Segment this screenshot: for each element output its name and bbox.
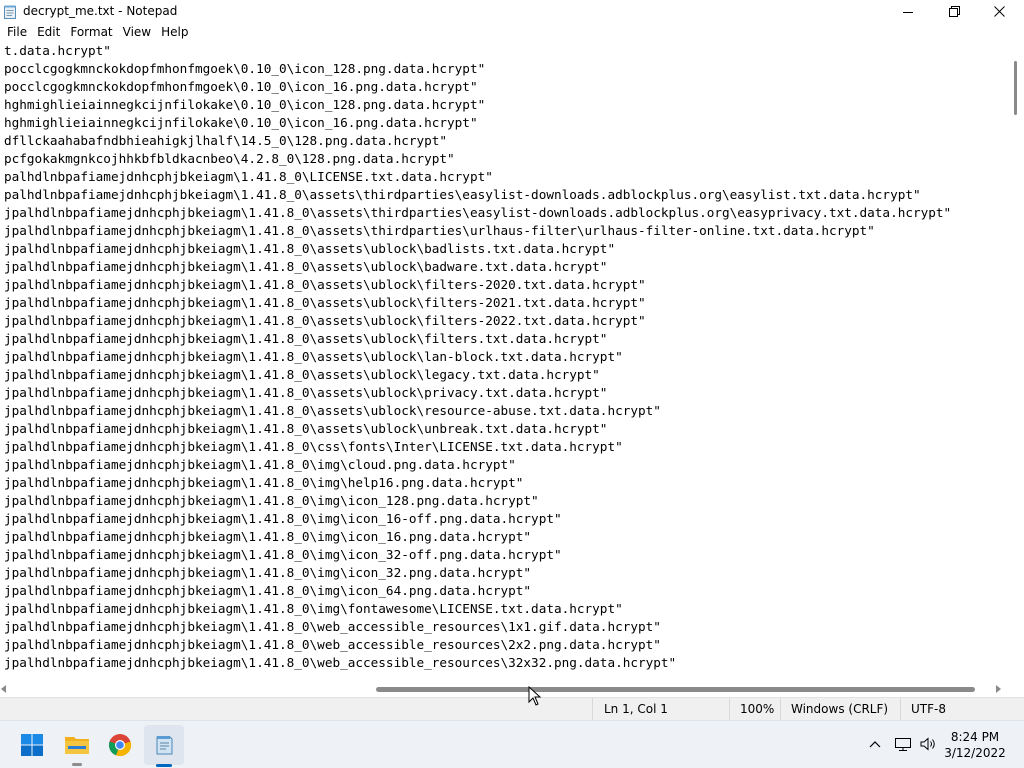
text-line: jpalhdlnbpafiamejdnhcphjbkeiagm\1.41.8_0… [4, 655, 677, 670]
cursor-position: Ln 1, Col 1 [604, 702, 668, 716]
network-status[interactable] [894, 735, 912, 753]
text-line: pocclcgogkmnckokdopfmhonfmgoek\0.10_0\ic… [4, 79, 478, 94]
text-line: jpalhdlnbpafiamejdnhcphjbkeiagm\1.41.8_0… [4, 241, 616, 256]
text-line: jpalhdlnbpafiamejdnhcphjbkeiagm\1.41.8_0… [4, 457, 516, 472]
running-indicator [72, 763, 82, 766]
text-line: hghmighlieiainnegkcijnfilokake\0.10_0\ic… [4, 115, 478, 130]
text-line: jpalhdlnbpafiamejdnhcphjbkeiagm\1.41.8_0… [4, 601, 623, 616]
text-line: jpalhdlnbpafiamejdnhcphjbkeiagm\1.41.8_0… [4, 205, 952, 220]
text-line: jpalhdlnbpafiamejdnhcphjbkeiagm\1.41.8_0… [4, 331, 608, 346]
text-line: jpalhdlnbpafiamejdnhcphjbkeiagm\1.41.8_0… [4, 421, 608, 436]
line-ending: Windows (CRLF) [791, 702, 889, 716]
text-line: jpalhdlnbpafiamejdnhcphjbkeiagm\1.41.8_0… [4, 619, 661, 634]
text-line: jpalhdlnbpafiamejdnhcphjbkeiagm\1.41.8_0… [4, 259, 608, 274]
restore-icon [948, 6, 960, 17]
text-line: jpalhdlnbpafiamejdnhcphjbkeiagm\1.41.8_0… [4, 313, 646, 328]
network-icon [895, 738, 911, 751]
maximize-button[interactable] [931, 0, 977, 23]
text-editor[interactable]: t.data.hcrypt" pocclcgogkmnckokdopfmhonfm… [0, 43, 1008, 681]
vertical-scroll-thumb[interactable] [1014, 61, 1017, 115]
menu-help[interactable]: Help [156, 23, 193, 43]
status-bar: Ln 1, Col 1 100% Windows (CRLF) UTF-8 [0, 697, 1024, 720]
text-line: pcfgokakmgnkcojhhkbfbldkacnbeo\4.2.8_0\1… [4, 151, 455, 166]
text-line: jpalhdlnbpafiamejdnhcphjbkeiagm\1.41.8_0… [4, 277, 646, 292]
file-explorer-icon [65, 736, 89, 754]
window-title: decrypt_me.txt - Notepad [23, 4, 178, 18]
status-separator [592, 698, 593, 720]
close-icon [993, 6, 1005, 17]
scroll-left-arrow-icon[interactable] [1, 685, 6, 693]
taskbar-chrome[interactable] [100, 721, 140, 768]
start-icon [21, 733, 43, 756]
text-line: jpalhdlnbpafiamejdnhcphjbkeiagm\1.41.8_0… [4, 223, 875, 238]
text-line: hghmighlieiainnegkcijnfilokake\0.10_0\ic… [4, 97, 486, 112]
title-bar[interactable]: decrypt_me.txt - Notepad [0, 0, 1024, 23]
menu-edit[interactable]: Edit [32, 23, 65, 43]
text-line: jpalhdlnbpafiamejdnhcphjbkeiagm\1.41.8_0… [4, 565, 532, 580]
scroll-right-arrow-icon[interactable] [996, 685, 1001, 693]
menu-format[interactable]: Format [65, 23, 117, 43]
text-line: t.data.hcrypt" [4, 43, 111, 58]
show-hidden-icons[interactable] [866, 735, 884, 753]
text-line: jpalhdlnbpafiamejdnhcphjbkeiagm\1.41.8_0… [4, 475, 524, 490]
text-line: dfllckaahabafndbhieahigkjlhalf\14.5_0\12… [4, 133, 448, 148]
vertical-scrollbar[interactable] [1008, 43, 1024, 681]
chrome-icon [108, 733, 132, 756]
text-line: pocclcgogkmnckokdopfmhonfmgoek\0.10_0\ic… [4, 61, 486, 76]
status-separator [780, 698, 781, 720]
taskbar-clock[interactable]: 8:24 PM 3/12/2022 [940, 729, 1010, 761]
menu-file[interactable]: File [0, 23, 32, 43]
taskbar-notepad[interactable] [144, 725, 184, 767]
text-line: jpalhdlnbpafiamejdnhcphjbkeiagm\1.41.8_0… [4, 403, 661, 418]
text-line: jpalhdlnbpafiamejdnhcphjbkeiagm\1.41.8_0… [4, 493, 539, 508]
encoding: UTF-8 [911, 702, 946, 716]
text-line: jpalhdlnbpafiamejdnhcphjbkeiagm\1.41.8_0… [4, 547, 562, 562]
status-separator [729, 698, 730, 720]
clock-date: 3/12/2022 [944, 746, 1006, 760]
taskbar-file-explorer[interactable] [57, 721, 97, 768]
start-button[interactable] [12, 721, 52, 768]
minimize-icon [903, 11, 913, 13]
text-line: jpalhdlnbpafiamejdnhcphjbkeiagm\1.41.8_0… [4, 385, 608, 400]
zoom-level: 100% [740, 702, 775, 716]
active-indicator [156, 764, 172, 767]
menu-view[interactable]: View [118, 23, 156, 43]
chevron-up-icon [869, 741, 881, 748]
text-line: jpalhdlnbpafiamejdnhcphjbkeiagm\1.41.8_0… [4, 529, 532, 544]
notepad-app-icon [4, 4, 16, 19]
text-line: palhdlnbpafiamejdnhcphjbkeiagm\1.41.8_0\… [4, 169, 493, 184]
text-line: jpalhdlnbpafiamejdnhcphjbkeiagm\1.41.8_0… [4, 511, 562, 526]
text-line: jpalhdlnbpafiamejdnhcphjbkeiagm\1.41.8_0… [4, 349, 623, 364]
horizontal-scroll-thumb[interactable] [376, 687, 975, 692]
horizontal-scrollbar[interactable] [0, 681, 1008, 697]
volume-control[interactable] [919, 735, 937, 753]
clock-time: 8:24 PM [950, 730, 1000, 744]
text-line: jpalhdlnbpafiamejdnhcphjbkeiagm\1.41.8_0… [4, 367, 600, 382]
notepad-icon [156, 736, 173, 755]
text-line: jpalhdlnbpafiamejdnhcphjbkeiagm\1.41.8_0… [4, 583, 532, 598]
text-line: palhdlnbpafiamejdnhcphjbkeiagm\1.41.8_0\… [4, 187, 921, 202]
mouse-cursor-icon [528, 686, 542, 706]
text-line: jpalhdlnbpafiamejdnhcphjbkeiagm\1.41.8_0… [4, 295, 646, 310]
status-separator [900, 698, 901, 720]
taskbar: 8:24 PM 3/12/2022 [0, 720, 1024, 768]
text-line: jpalhdlnbpafiamejdnhcphjbkeiagm\1.41.8_0… [4, 439, 623, 454]
close-button[interactable] [976, 0, 1022, 23]
scrollbar-corner [1008, 681, 1024, 697]
volume-icon [920, 737, 935, 751]
menu-bar: File Edit Format View Help [0, 23, 1024, 43]
minimize-button[interactable] [885, 0, 931, 23]
text-line: jpalhdlnbpafiamejdnhcphjbkeiagm\1.41.8_0… [4, 637, 661, 652]
